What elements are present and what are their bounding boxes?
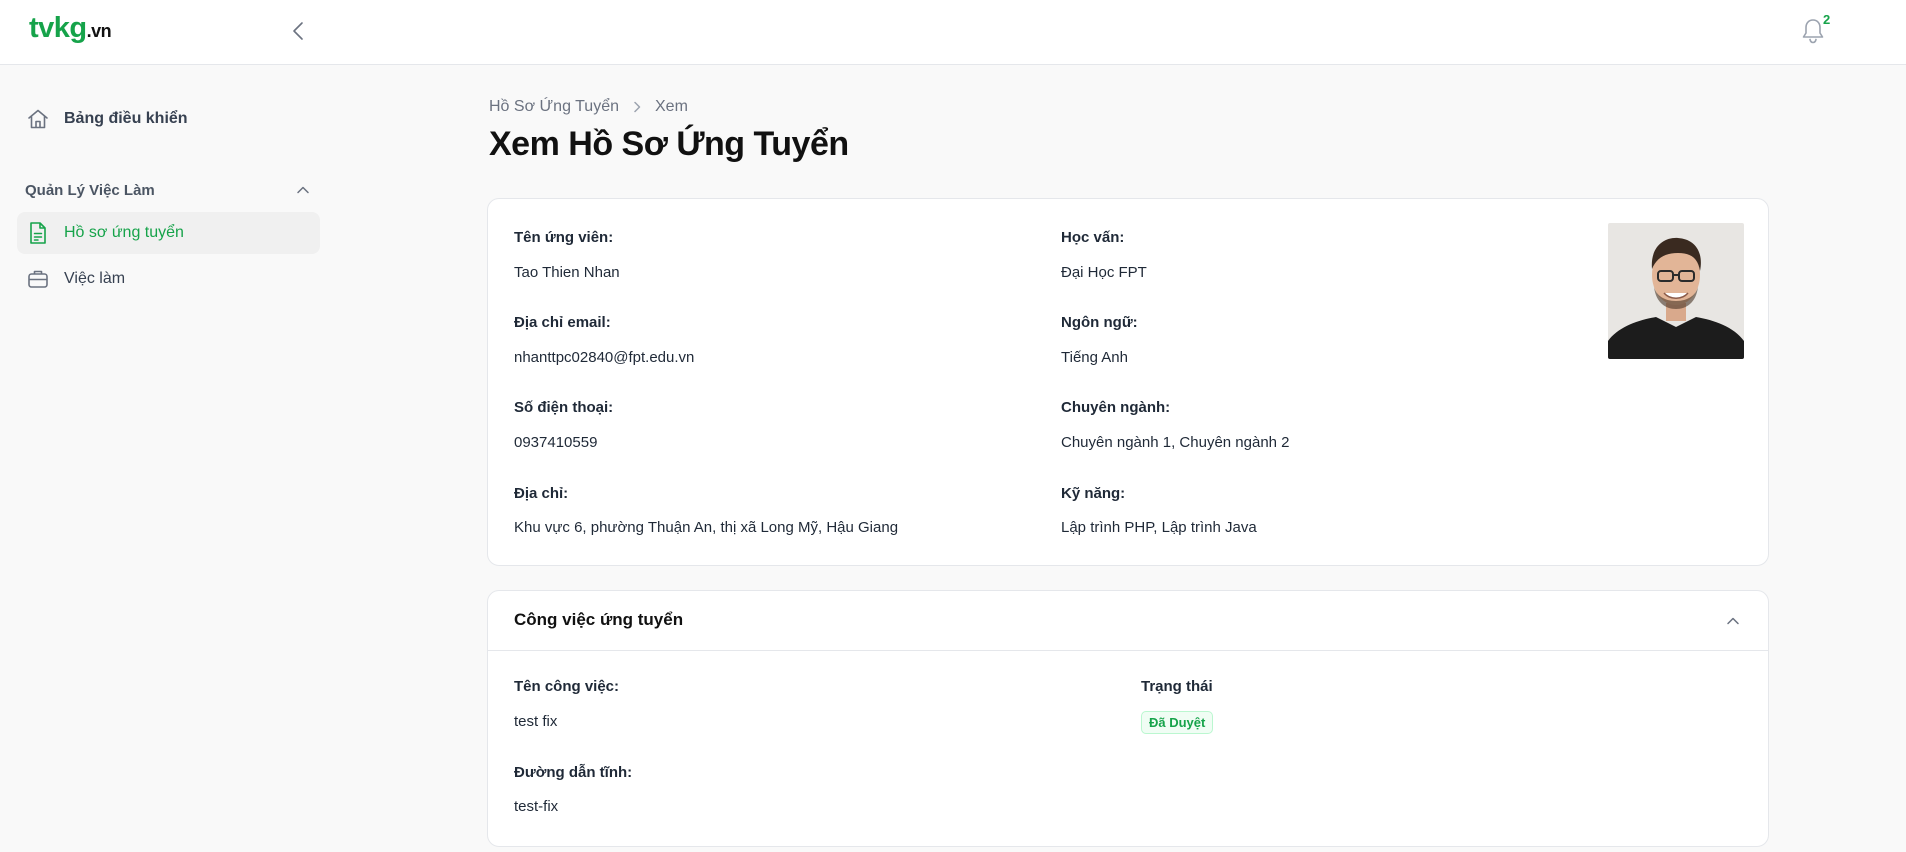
logo-brand: tvkg: [29, 12, 87, 44]
job-status-label: Trạng thái: [1141, 678, 1213, 695]
home-icon: [25, 106, 51, 132]
sidebar-group-job-management[interactable]: Quản Lý Việc Làm: [25, 178, 310, 202]
sidebar-item-dashboard[interactable]: Bảng điều khiển: [17, 98, 320, 140]
sidebar-item-applications[interactable]: Hồ sơ ứng tuyển: [17, 212, 320, 254]
chevron-up-icon: [297, 186, 309, 194]
candidate-education-label: Học vấn:: [1061, 229, 1125, 246]
job-title-value: test fix: [514, 713, 558, 730]
top-bar: tvkg.vn 2: [0, 0, 1906, 65]
candidate-phone-label: Số điện thoại:: [514, 399, 614, 416]
candidate-photo: [1608, 223, 1744, 359]
sidebar-item-label: Việc làm: [64, 270, 126, 287]
job-slug-label: Đường dẫn tĩnh:: [514, 764, 633, 781]
candidate-language-label: Ngôn ngữ:: [1061, 314, 1138, 331]
breadcrumb-parent-link[interactable]: Hồ Sơ Ứng Tuyển: [489, 98, 619, 116]
candidate-name-value: Tao Thien Nhan: [514, 264, 620, 281]
sidebar-item-label: Bảng điều khiển: [64, 110, 188, 127]
candidate-email-value: nhanttpc02840@fpt.edu.vn: [514, 349, 695, 366]
candidate-phone-value: 0937410559: [514, 434, 598, 451]
chevron-right-icon: [632, 101, 642, 113]
candidate-major-label: Chuyên ngành:: [1061, 399, 1171, 416]
sidebar-group-label: Quản Lý Việc Làm: [25, 181, 155, 199]
candidate-major-value: Chuyên ngành 1, Chuyên ngành 2: [1061, 434, 1290, 451]
candidate-info-card: Tên ứng viên: Tao Thien Nhan Địa chỉ ema…: [487, 198, 1769, 566]
sidebar-item-jobs[interactable]: Việc làm: [17, 258, 320, 300]
logo-tld: .vn: [86, 21, 112, 41]
document-icon: [25, 220, 51, 246]
job-slug-value: test-fix: [514, 798, 559, 815]
sidebar: Bảng điều khiển Quản Lý Việc Làm Hồ sơ ứ…: [0, 66, 330, 852]
notification-count-badge: 2: [1823, 12, 1831, 27]
status-badge: Đã Duyệt: [1141, 711, 1214, 734]
candidate-education-value: Đại Học FPT: [1061, 264, 1147, 281]
candidate-language-value: Tiếng Anh: [1061, 349, 1128, 366]
chevron-left-icon: [293, 22, 303, 40]
breadcrumb: Hồ Sơ Ứng Tuyển Xem: [489, 98, 688, 116]
logo[interactable]: tvkg.vn: [29, 12, 112, 45]
briefcase-icon: [25, 266, 51, 292]
page-title: Xem Hồ Sơ Ứng Tuyển: [489, 125, 849, 163]
candidate-address-label: Địa chỉ:: [514, 485, 569, 502]
candidate-skills-value: Lập trình PHP, Lập trình Java: [1061, 519, 1257, 536]
candidate-email-label: Địa chỉ email:: [514, 314, 611, 331]
breadcrumb-current: Xem: [655, 98, 688, 115]
sidebar-item-label: Hồ sơ ứng tuyển: [64, 224, 184, 241]
applied-job-card: Công việc ứng tuyển Tên công việc: test …: [487, 590, 1769, 847]
chevron-up-icon: [1727, 617, 1739, 625]
job-title-label: Tên công việc:: [514, 678, 620, 695]
candidate-address-value: Khu vực 6, phường Thuận An, thị xã Long …: [514, 519, 899, 536]
section-title: Công việc ứng tuyển: [514, 610, 684, 629]
sidebar-collapse-button[interactable]: [288, 20, 310, 42]
applied-job-section-header[interactable]: Công việc ứng tuyển: [488, 591, 1768, 651]
candidate-name-label: Tên ứng viên:: [514, 229, 614, 246]
candidate-skills-label: Kỹ năng:: [1061, 485, 1126, 502]
